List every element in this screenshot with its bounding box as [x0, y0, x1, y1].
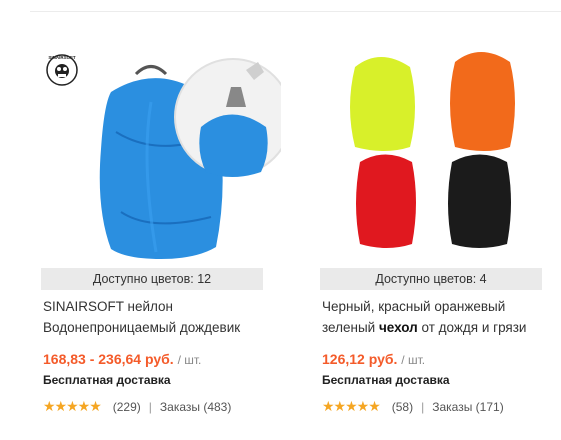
shipping-label: Бесплатная доставка — [43, 373, 171, 387]
shipping-label: Бесплатная доставка — [322, 373, 450, 387]
product-title[interactable]: Черный, красный оранжевый зеленый чехол … — [322, 296, 547, 338]
rating-row: ★★★★★ (58) | Заказы (171) — [322, 398, 504, 415]
price-unit: / шт. — [401, 353, 426, 367]
title-part-2: от дождя и грязи — [417, 320, 527, 335]
star-icon: ★★★★★ — [43, 398, 102, 414]
orders-count[interactable]: Заказы (483) — [160, 400, 231, 414]
product-card-2[interactable]: Доступно цветов: 4 Черный, красный оранж… — [320, 12, 560, 432]
reviews-count[interactable]: (58) — [392, 400, 413, 414]
price: 168,83 - 236,64 руб. — [43, 351, 174, 367]
reviews-count[interactable]: (229) — [113, 400, 141, 414]
separator: | — [148, 399, 152, 414]
star-icon: ★★★★★ — [322, 398, 381, 414]
product-image-1[interactable]: SINAIRSOFT — [41, 12, 281, 267]
title-bold: чехол — [378, 320, 418, 335]
price-row: 126,12 руб. / шт. — [322, 351, 425, 367]
colors-available: Доступно цветов: 12 — [41, 268, 263, 290]
brand-logo: SINAIRSOFT — [46, 54, 78, 86]
product-image-2[interactable] — [320, 12, 560, 267]
rating-row: ★★★★★ (229) | Заказы (483) — [43, 398, 231, 415]
price-row: 168,83 - 236,64 руб. / шт. — [43, 351, 201, 367]
colors-available: Доступно цветов: 4 — [320, 268, 542, 290]
orders-count[interactable]: Заказы (171) — [432, 400, 503, 414]
product-card-1[interactable]: SINAIRSOFT Доступно цветов: 12 SINAIRSOF… — [41, 12, 281, 432]
price-unit: / шт. — [177, 353, 202, 367]
price: 126,12 руб. — [322, 351, 398, 367]
svg-text:SINAIRSOFT: SINAIRSOFT — [48, 55, 76, 60]
product-title[interactable]: SINAIRSOFT нейлон Водонепроницаемый дожд… — [43, 296, 268, 338]
separator: | — [421, 399, 425, 414]
